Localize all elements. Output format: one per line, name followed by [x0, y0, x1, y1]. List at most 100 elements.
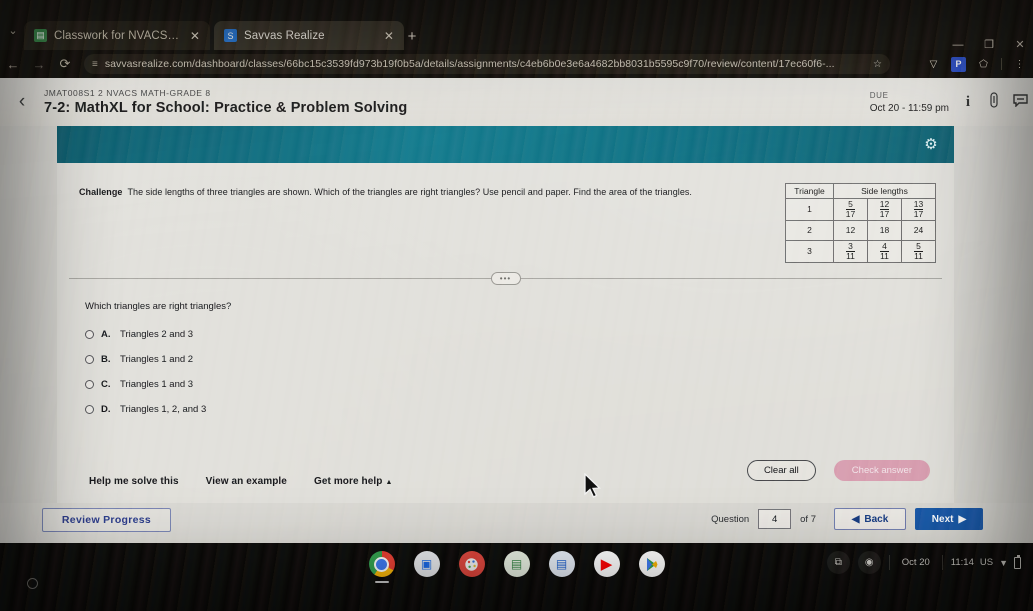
site-settings-icon[interactable]: ≡ — [92, 59, 98, 70]
browser-menu-icon[interactable]: ⋮ — [1012, 57, 1027, 72]
browser-tab-classwork[interactable]: ▤ Classwork for NVACS Math-G ✕ — [24, 21, 210, 50]
fraction-numerator: 5 — [916, 240, 921, 251]
comment-icon[interactable] — [1007, 93, 1033, 111]
check-answer-button[interactable]: Check answer — [833, 460, 930, 481]
get-more-help-label: Get more help — [313, 476, 383, 487]
table-row: 3 3 11 4 11 5 11 — [785, 239, 936, 263]
table-row: 2 12 18 24 — [785, 219, 936, 241]
radio-button-a[interactable] — [85, 330, 94, 339]
tray-divider — [941, 555, 943, 570]
side-value: 12 — [833, 219, 868, 241]
choice-text: Triangles 1 and 3 — [120, 379, 194, 390]
bookmark-star-icon[interactable]: ☆ — [873, 59, 882, 70]
address-bar[interactable]: ≡ savvasrealize.com/dashboard/classes/66… — [84, 54, 890, 74]
back-to-assignments-icon[interactable]: ‹ — [0, 91, 44, 113]
answer-choice-b[interactable]: B. Triangles 1 and 2 — [85, 354, 231, 365]
side-value: 5 17 — [833, 198, 868, 221]
clear-all-button[interactable]: Clear all — [746, 460, 816, 481]
triangle-label: 2 — [785, 219, 834, 241]
challenge-body: The side lengths of three triangles are … — [127, 187, 692, 197]
gear-icon[interactable]: ⚙ — [920, 134, 942, 156]
question-total-label: of 7 — [800, 513, 816, 525]
answer-choice-a[interactable]: A. Triangles 2 and 3 — [85, 329, 231, 340]
reload-icon[interactable]: ⟳ — [52, 56, 78, 72]
tray-time: 11:14 — [950, 557, 974, 568]
question-stepper: Question 4 of 7 ◀ Back Next ▶ — [711, 508, 983, 530]
choice-text: Triangles 2 and 3 — [120, 329, 194, 340]
close-tab-icon[interactable]: ✕ — [188, 29, 202, 43]
next-question-button[interactable]: Next ▶ — [915, 508, 983, 530]
shelf-app-list: ▣ ▤ ▤ ▶ — [368, 551, 665, 583]
savvas-favicon-icon: S — [224, 29, 237, 42]
youtube-icon[interactable]: ▶ — [593, 551, 620, 577]
browser-extensions-row: ▽ P ⬠ ⋮ — [926, 54, 1027, 74]
question-area: Which triangles are right triangles? A. … — [85, 301, 231, 429]
fraction-denominator: 17 — [845, 208, 856, 219]
screen-capture-icon[interactable]: ⧉ — [826, 551, 850, 574]
answer-choice-d[interactable]: D. Triangles 1, 2, and 3 — [85, 404, 231, 415]
forward-navigation-icon[interactable]: → — [26, 57, 52, 72]
google-meet-icon[interactable]: ▣ — [413, 551, 440, 577]
battery-icon — [1014, 554, 1021, 569]
get-more-help-link[interactable]: Get more help ▲ — [314, 476, 393, 487]
paypal-extension-icon[interactable]: P — [951, 56, 966, 72]
divider-drag-handle[interactable]: ••• — [490, 272, 521, 285]
page-title: 7-2: MathXL for School: Practice & Probl… — [44, 100, 408, 116]
side-lengths-table: Triangle Side lengths 1 5 17 12 17 13 17 2 … — [785, 183, 936, 263]
table-header-row: Triangle Side lengths — [785, 183, 936, 199]
due-label: DUE — [869, 90, 889, 100]
tray-status-area[interactable]: 11:14 US ▼ — [950, 554, 1025, 569]
triangle-label: 1 — [785, 198, 834, 221]
tab-title: Classwork for NVACS Math-G — [54, 29, 181, 42]
radio-button-b[interactable] — [85, 355, 94, 364]
side-value: 4 11 — [867, 239, 902, 263]
close-tab-icon[interactable]: ✕ — [382, 29, 396, 43]
challenge-row: Challenge The side lengths of three trian… — [79, 183, 936, 263]
choice-text: Triangles 1, 2, and 3 — [120, 404, 207, 415]
info-icon[interactable]: i — [955, 94, 981, 111]
tray-divider — [888, 555, 890, 570]
back-label: Back — [864, 513, 889, 525]
app-running-indicator — [374, 581, 389, 583]
google-docs-icon[interactable]: ▤ — [548, 551, 575, 577]
answer-choice-c[interactable]: C. Triangles 1 and 3 — [85, 379, 231, 390]
google-classroom-icon[interactable]: ▤ — [503, 551, 530, 577]
fraction-numerator: 5 — [848, 199, 853, 209]
system-tray: ⧉ ◉ Oct 20 11:14 US ▼ — [826, 551, 1025, 574]
right-caret-icon: ▶ — [958, 513, 967, 525]
screen-record-icon[interactable]: ◉ — [857, 551, 881, 574]
side-value: 3 11 — [833, 239, 868, 263]
view-an-example-link[interactable]: View an example — [206, 476, 287, 487]
launcher-circle-icon[interactable] — [27, 578, 38, 589]
question-number-input[interactable]: 4 — [758, 509, 792, 529]
table-header-triangle: Triangle — [785, 183, 834, 199]
question-navigation-bar: Review Progress Question 4 of 7 ◀ Back Ne… — [0, 503, 1033, 543]
tray-locale: US — [979, 557, 994, 568]
back-question-button[interactable]: ◀ Back — [834, 508, 906, 530]
browser-tab-savvas-realize[interactable]: S Savvas Realize ✕ — [214, 21, 404, 50]
help-me-solve-this-link[interactable]: Help me solve this — [89, 476, 179, 487]
help-links-row: Help me solve this View an example Get m… — [89, 476, 393, 487]
new-tab-button[interactable]: + — [402, 27, 422, 47]
radio-button-c[interactable] — [85, 380, 94, 389]
puzzle-extensions-icon[interactable]: ⬠ — [976, 57, 991, 72]
next-label: Next — [931, 513, 954, 525]
chrome-icon[interactable] — [368, 551, 395, 583]
shield-extension-icon[interactable]: ▽ — [926, 57, 941, 72]
challenge-label: Challenge — [79, 187, 123, 197]
attachment-icon[interactable] — [981, 92, 1007, 112]
classroom-favicon-icon: ▤ — [34, 29, 47, 42]
url-text: savvasrealize.com/dashboard/classes/66bc… — [104, 58, 835, 70]
tab-search-chevron-icon[interactable]: ⌄ — [4, 24, 22, 38]
radio-button-d[interactable] — [85, 405, 94, 414]
paint-app-icon[interactable] — [458, 551, 485, 577]
play-store-icon[interactable] — [638, 551, 665, 577]
table-row: 1 5 17 12 17 13 17 — [785, 198, 936, 221]
tray-date[interactable]: Oct 20 — [898, 557, 934, 568]
back-navigation-icon[interactable]: ← — [0, 57, 26, 72]
fraction-denominator: 11 — [846, 250, 855, 261]
fraction-denominator: 17 — [879, 208, 890, 219]
review-progress-button[interactable]: Review Progress — [42, 508, 171, 532]
page-content: ‹ JMAT008S1 2 NVACS MATH-GRADE 8 7-2: Ma… — [0, 78, 1033, 543]
fraction-numerator: 12 — [879, 199, 890, 209]
